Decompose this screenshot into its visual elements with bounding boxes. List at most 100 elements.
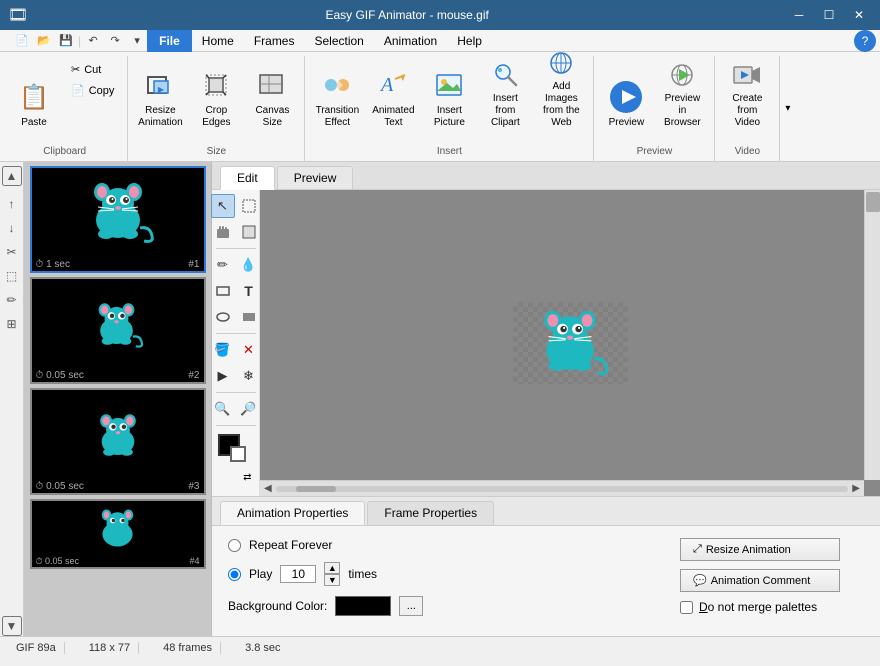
tab-animation-properties[interactable]: Animation Properties	[220, 501, 365, 525]
animation-comment-button[interactable]: 💬 Animation Comment	[680, 569, 840, 592]
background-color-swatch[interactable]	[335, 596, 391, 616]
draw-icon[interactable]: ✏	[2, 290, 22, 310]
fill-rect-tool[interactable]	[237, 305, 261, 329]
resize-animation-button[interactable]: ▶ ResizeAnimation	[134, 60, 186, 132]
close-button[interactable]: ✕	[846, 5, 872, 25]
grid-icon[interactable]: ⊞	[2, 314, 22, 334]
marquee-tool[interactable]	[237, 194, 261, 218]
tool-sep-2	[216, 333, 256, 334]
minimize-button[interactable]: ─	[786, 5, 812, 25]
quick-access-dropdown[interactable]: ▾	[127, 32, 147, 50]
scroll-down-button[interactable]: ▼	[2, 616, 22, 636]
create-from-video-button[interactable]: Createfrom Video	[721, 60, 773, 132]
insert-from-clipart-button[interactable]: Insert fromClipart	[479, 60, 531, 132]
ribbon-scroll-button[interactable]: ▾	[779, 56, 795, 161]
file-menu[interactable]: File	[147, 30, 192, 52]
status-file-type: GIF 89a	[8, 642, 65, 654]
undo-button[interactable]: ↶	[83, 32, 103, 50]
paste-button[interactable]: 📋 Paste	[8, 60, 60, 132]
swap-colors-button[interactable]: ⇄	[243, 472, 251, 483]
arrow-tool[interactable]: ↖	[211, 194, 235, 218]
preview-in-browser-button[interactable]: Preview inBrowser	[656, 60, 708, 132]
resize-animation-label: ResizeAnimation	[138, 105, 182, 129]
preview-content: Preview Preview inBrowser	[600, 60, 708, 144]
title-bar-title: Easy GIF Animator - mouse.gif	[28, 8, 786, 22]
hand-tool[interactable]	[211, 220, 235, 244]
repeat-forever-radio[interactable]	[228, 539, 241, 552]
crop-edges-button[interactable]: Crop Edges	[190, 60, 242, 132]
selection-menu[interactable]: Selection	[304, 30, 373, 52]
add-images-from-web-icon	[543, 47, 579, 79]
ellipse-tool[interactable]	[211, 305, 235, 329]
tab-edit[interactable]: Edit	[220, 166, 275, 190]
background-color-picker-button[interactable]: ...	[399, 596, 423, 616]
add-images-from-web-button[interactable]: Add Imagesfrom the Web	[535, 60, 587, 132]
play-radio[interactable]	[228, 568, 241, 581]
rect-tool[interactable]	[211, 279, 235, 303]
play-count-input[interactable]: 10	[280, 565, 316, 583]
paint-bucket-tool[interactable]: 🪣	[211, 338, 235, 362]
frame-canvas-2	[32, 279, 204, 369]
dropper-tool[interactable]: 💧	[237, 253, 261, 277]
frame-1-number: #1	[188, 259, 199, 270]
effect-tool-1[interactable]: ▶	[211, 364, 235, 388]
help-menu[interactable]: Help	[447, 30, 492, 52]
canvas-size-button[interactable]: Canvas Size	[246, 60, 298, 132]
resize-animation-icon: ▶	[142, 67, 178, 103]
copy-button[interactable]: 📄 Copy	[64, 81, 121, 100]
background-color-label: Background Color:	[228, 599, 327, 613]
resize-animation-action-label: Resize Animation	[706, 544, 791, 556]
status-frames: 48 frames	[155, 642, 221, 654]
animated-text-button[interactable]: A AnimatedText	[367, 60, 419, 132]
move-down-icon[interactable]: ↓	[2, 218, 22, 238]
redo-button[interactable]: ↷	[105, 32, 125, 50]
maximize-button[interactable]: ☐	[816, 5, 842, 25]
edit-canvas: ◀ ▶	[260, 190, 880, 496]
home-menu[interactable]: Home	[192, 30, 244, 52]
cut-button[interactable]: ✂ Cut	[64, 60, 121, 79]
background-color[interactable]	[230, 446, 246, 462]
frame-item-2[interactable]: ⏱ 0.05 sec #2	[30, 277, 206, 384]
insert-label: Insert	[437, 146, 462, 157]
resize-animation-action-icon: ⤢	[693, 543, 702, 556]
scroll-up-button[interactable]: ▲	[2, 166, 22, 186]
cut-icon: ✂	[71, 63, 80, 76]
frame-2-number: #2	[188, 370, 199, 381]
tab-frame-properties[interactable]: Frame Properties	[367, 501, 494, 525]
help-icon-button[interactable]: ?	[854, 30, 876, 52]
insert-picture-button[interactable]: InsertPicture	[423, 60, 475, 132]
open-button[interactable]: 📂	[34, 32, 54, 50]
frame-item-4[interactable]: ⏱ 0.05 sec #4	[30, 499, 206, 569]
transition-effect-button[interactable]: TransitionEffect	[311, 60, 363, 132]
size-group: ▶ ResizeAnimation Crop Edges	[128, 56, 305, 161]
eraser-tool[interactable]: ✕	[237, 338, 261, 362]
preview-button[interactable]: Preview	[600, 60, 652, 132]
resize-animation-action-button[interactable]: ⤢ Resize Animation	[680, 538, 840, 561]
repeat-forever-row: Repeat Forever	[228, 538, 423, 552]
vertical-scrollbar[interactable]	[864, 190, 880, 480]
effect-tool-2[interactable]: ❄	[237, 364, 261, 388]
frame-item-1[interactable]: ⏱ 1 sec #1	[30, 166, 206, 273]
pencil-tool[interactable]: ✏	[211, 253, 235, 277]
frame-2-time: ⏱ 0.05 sec	[36, 370, 84, 381]
frame-canvas-4	[32, 501, 204, 555]
merge-palettes-checkbox[interactable]	[680, 601, 693, 614]
mouse-image-3	[88, 409, 148, 461]
select-icon[interactable]: ⬚	[2, 266, 22, 286]
spinner-up-button[interactable]: ▲	[324, 562, 340, 574]
zoom-out-tool[interactable]: 🔍	[211, 397, 235, 421]
cut-icon[interactable]: ✂	[2, 242, 22, 262]
horizontal-scrollbar[interactable]: ◀ ▶	[260, 480, 864, 496]
zoom-in-tool[interactable]: 🔎	[237, 397, 261, 421]
save-button[interactable]: 💾	[56, 32, 76, 50]
tab-preview[interactable]: Preview	[277, 166, 354, 189]
frames-menu[interactable]: Frames	[244, 30, 305, 52]
fill-select-tool[interactable]	[237, 220, 261, 244]
move-up-icon[interactable]: ↑	[2, 194, 22, 214]
frame-item-3[interactable]: ⏱ 0.05 sec #3	[30, 388, 206, 495]
spinner-down-button[interactable]: ▼	[324, 574, 340, 586]
new-button[interactable]: 📄	[12, 32, 32, 50]
add-images-from-web-label: Add Imagesfrom the Web	[538, 81, 584, 129]
text-tool[interactable]: T	[237, 279, 261, 303]
animation-menu[interactable]: Animation	[374, 30, 447, 52]
